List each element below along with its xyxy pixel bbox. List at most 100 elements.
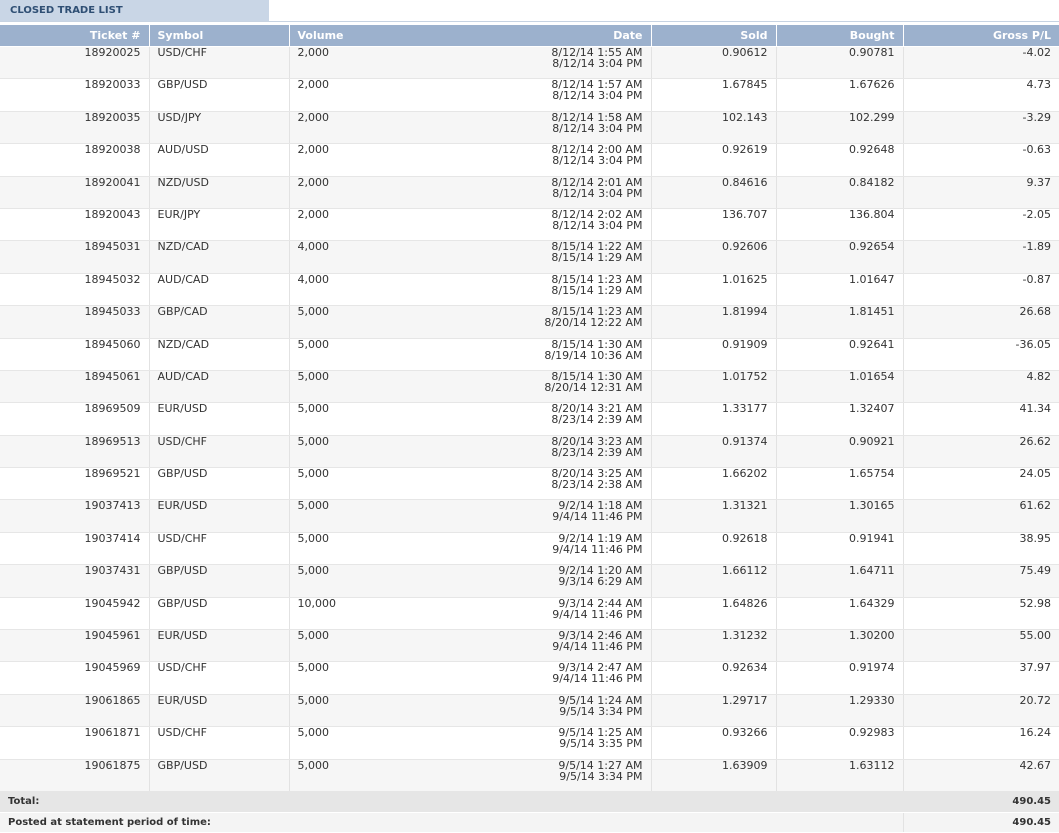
cell-gross-pl: 20.72 xyxy=(902,694,1059,728)
cell-volume-date: 5,000 8/20/14 3:23 AM 8/23/14 2:39 AM xyxy=(288,435,651,469)
cell-gross-pl: 24.05 xyxy=(902,467,1059,501)
table-row[interactable]: 19061865 EUR/USD 5,000 9/5/14 1:24 AM 9/5/14… xyxy=(0,693,1059,728)
column-header-gross-pl[interactable]: Gross P/L xyxy=(902,25,1059,47)
cell-volume: 10,000 xyxy=(297,596,337,610)
cell-date: 9/3/14 2:44 AM 9/4/14 11:46 PM xyxy=(552,598,642,620)
cell-ticket: 19045969 xyxy=(0,661,149,695)
cell-gross-pl: 38.95 xyxy=(902,532,1059,566)
table-row[interactable]: 18945032 AUD/CAD 4,000 8/15/14 1:23 AM 8/15/… xyxy=(0,273,1059,307)
cell-bought: 136.804 xyxy=(775,208,903,242)
cell-ticket: 19045942 xyxy=(0,597,149,631)
table-row[interactable]: 19061875 GBP/USD 5,000 9/5/14 1:27 AM 9/5/14… xyxy=(0,759,1059,792)
table-row[interactable]: 18920025 USD/CHF 2,000 8/12/14 1:55 AM 8/12/… xyxy=(0,46,1059,80)
cell-date-close: 8/12/14 3:04 PM xyxy=(552,121,643,135)
table-row[interactable]: 19037414 USD/CHF 5,000 9/2/14 1:19 AM 9/4/14… xyxy=(0,532,1059,566)
column-header-sold[interactable]: Sold xyxy=(650,25,776,47)
cell-bought: 0.91974 xyxy=(775,661,903,695)
cell-sold: 1.81994 xyxy=(650,305,776,339)
cell-bought: 1.64329 xyxy=(775,597,903,631)
cell-date: 9/2/14 1:18 AM 9/4/14 11:46 PM xyxy=(552,500,642,522)
table-row[interactable]: 18945031 NZD/CAD 4,000 8/15/14 1:22 AM 8/15/… xyxy=(0,240,1059,274)
cell-ticket: 18920038 xyxy=(0,143,149,177)
column-header-ticket[interactable]: Ticket # xyxy=(0,25,149,47)
table-row[interactable]: 19037431 GBP/USD 5,000 9/2/14 1:20 AM 9/3/14… xyxy=(0,564,1059,598)
cell-volume-date: 5,000 8/15/14 1:30 AM 8/20/14 12:31 AM xyxy=(288,370,651,404)
table-row[interactable]: 18945061 AUD/CAD 5,000 8/15/14 1:30 AM 8/20/… xyxy=(0,370,1059,404)
cell-sold: 1.29717 xyxy=(650,694,776,728)
column-header-symbol[interactable]: Symbol xyxy=(148,25,289,47)
closed-trade-list-tab: CLOSED TRADE LIST xyxy=(0,0,269,21)
cell-gross-pl: -2.05 xyxy=(902,208,1059,242)
cell-symbol: USD/CHF xyxy=(148,435,289,469)
table-row[interactable]: 18945033 GBP/CAD 5,000 8/15/14 1:23 AM 8/20/… xyxy=(0,305,1059,339)
cell-symbol: GBP/USD xyxy=(148,759,289,792)
cell-volume-date: 5,000 9/5/14 1:27 AM 9/5/14 3:34 PM xyxy=(288,759,651,792)
cell-symbol: EUR/USD xyxy=(148,402,289,436)
table-row[interactable]: 19045942 GBP/USD 10,000 9/3/14 2:44 AM 9/4/1… xyxy=(0,596,1059,631)
table-row[interactable]: 18920038 AUD/USD 2,000 8/12/14 2:00 AM 8/12/… xyxy=(0,143,1059,177)
cell-gross-pl: -0.87 xyxy=(902,273,1059,307)
cell-gross-pl: 37.97 xyxy=(902,661,1059,695)
cell-date-close: 9/3/14 6:29 AM xyxy=(558,575,643,589)
cell-sold: 1.66112 xyxy=(650,564,776,598)
table-row[interactable]: 19037413 EUR/USD 5,000 9/2/14 1:18 AM 9/4/14… xyxy=(0,499,1059,533)
cell-sold: 0.92618 xyxy=(650,532,776,566)
cell-gross-pl: -1.89 xyxy=(902,240,1059,274)
cell-ticket: 18969513 xyxy=(0,435,149,469)
cell-bought: 1.30200 xyxy=(775,629,903,663)
cell-date: 8/12/14 2:01 AM 8/12/14 3:04 PM xyxy=(551,177,642,199)
cell-bought: 1.29330 xyxy=(775,694,903,728)
cell-date-close: 8/19/14 10:36 AM xyxy=(544,348,643,362)
cell-volume-date: 5,000 8/15/14 1:30 AM 8/19/14 10:36 AM xyxy=(288,338,651,371)
cell-volume: 5,000 xyxy=(297,467,330,481)
cell-ticket: 18920043 xyxy=(0,208,149,242)
cell-volume: 5,000 xyxy=(297,564,330,578)
cell-gross-pl: 4.82 xyxy=(902,370,1059,404)
cell-date-open: 8/12/14 2:01 AM xyxy=(551,175,643,189)
cell-symbol: USD/CHF xyxy=(148,726,289,760)
table-row[interactable]: 18969513 USD/CHF 5,000 8/20/14 3:23 AM 8/23/… xyxy=(0,435,1059,469)
table-row[interactable]: 18945060 NZD/CAD 5,000 8/15/14 1:30 AM 8/19/… xyxy=(0,338,1059,371)
column-header-date[interactable]: Date xyxy=(613,29,650,42)
cell-gross-pl: 42.67 xyxy=(902,759,1059,792)
table-row[interactable]: 19061871 USD/CHF 5,000 9/5/14 1:25 AM 9/5/14… xyxy=(0,726,1059,760)
cell-date: 8/12/14 1:57 AM 8/12/14 3:04 PM xyxy=(551,79,642,101)
cell-symbol: NZD/USD xyxy=(148,176,289,209)
table-row[interactable]: 18920035 USD/JPY 2,000 8/12/14 1:58 AM 8/12/… xyxy=(0,111,1059,145)
cell-date: 9/5/14 1:27 AM 9/5/14 3:34 PM xyxy=(558,760,642,782)
cell-gross-pl: 75.49 xyxy=(902,564,1059,598)
cell-date-close: 8/15/14 1:29 AM xyxy=(551,251,643,265)
table-row[interactable]: 19045961 EUR/USD 5,000 9/3/14 2:46 AM 9/4/14… xyxy=(0,629,1059,663)
cell-date-open: 9/3/14 2:44 AM xyxy=(558,596,643,610)
table-row[interactable]: 19045969 USD/CHF 5,000 9/3/14 2:47 AM 9/4/14… xyxy=(0,661,1059,695)
table-row[interactable]: 18969509 EUR/USD 5,000 8/20/14 3:21 AM 8/23/… xyxy=(0,402,1059,436)
table-row[interactable]: 18969521 GBP/USD 5,000 8/20/14 3:25 AM 8/23/… xyxy=(0,467,1059,501)
cell-symbol: AUD/USD xyxy=(148,143,289,177)
column-header-date-volume[interactable]: Volume Date xyxy=(288,25,651,47)
table-row[interactable]: 18920033 GBP/USD 2,000 8/12/14 1:57 AM 8/12/… xyxy=(0,78,1059,112)
cell-sold: 1.01625 xyxy=(650,273,776,307)
column-header-bought[interactable]: Bought xyxy=(775,25,903,47)
cell-bought: 0.92654 xyxy=(775,240,903,274)
cell-symbol: GBP/CAD xyxy=(148,305,289,339)
table-row[interactable]: 18920043 EUR/JPY 2,000 8/12/14 2:02 AM 8/12/… xyxy=(0,208,1059,242)
cell-gross-pl: 26.68 xyxy=(902,305,1059,339)
closed-trade-table: Ticket # Symbol Volume Date Sold Bought … xyxy=(0,25,1059,833)
cell-volume: 5,000 xyxy=(297,693,330,707)
cell-volume-date: 2,000 8/12/14 2:01 AM 8/12/14 3:04 PM xyxy=(288,176,651,209)
table-row[interactable]: 18920041 NZD/USD 2,000 8/12/14 2:01 AM 8/12/… xyxy=(0,176,1059,209)
cell-volume-date: 2,000 8/12/14 1:57 AM 8/12/14 3:04 PM xyxy=(288,78,651,112)
cell-date: 9/2/14 1:19 AM 9/4/14 11:46 PM xyxy=(552,533,642,555)
cell-gross-pl: 55.00 xyxy=(902,629,1059,663)
total-value: 490.45 xyxy=(903,791,1059,813)
cell-date: 9/3/14 2:47 AM 9/4/14 11:46 PM xyxy=(552,662,642,684)
cell-volume-date: 2,000 8/12/14 2:00 AM 8/12/14 3:04 PM xyxy=(288,143,651,177)
cell-volume-date: 2,000 8/12/14 2:02 AM 8/12/14 3:04 PM xyxy=(288,208,651,242)
cell-date-close: 8/12/14 3:04 PM xyxy=(552,89,643,103)
table-header-row: Ticket # Symbol Volume Date Sold Bought … xyxy=(0,25,1059,47)
cell-date-close: 9/5/14 3:34 PM xyxy=(559,704,643,718)
cell-bought: 0.92983 xyxy=(775,726,903,760)
cell-volume: 5,000 xyxy=(297,305,330,319)
cell-ticket: 18969509 xyxy=(0,402,149,436)
column-header-volume[interactable]: Volume xyxy=(290,29,344,42)
